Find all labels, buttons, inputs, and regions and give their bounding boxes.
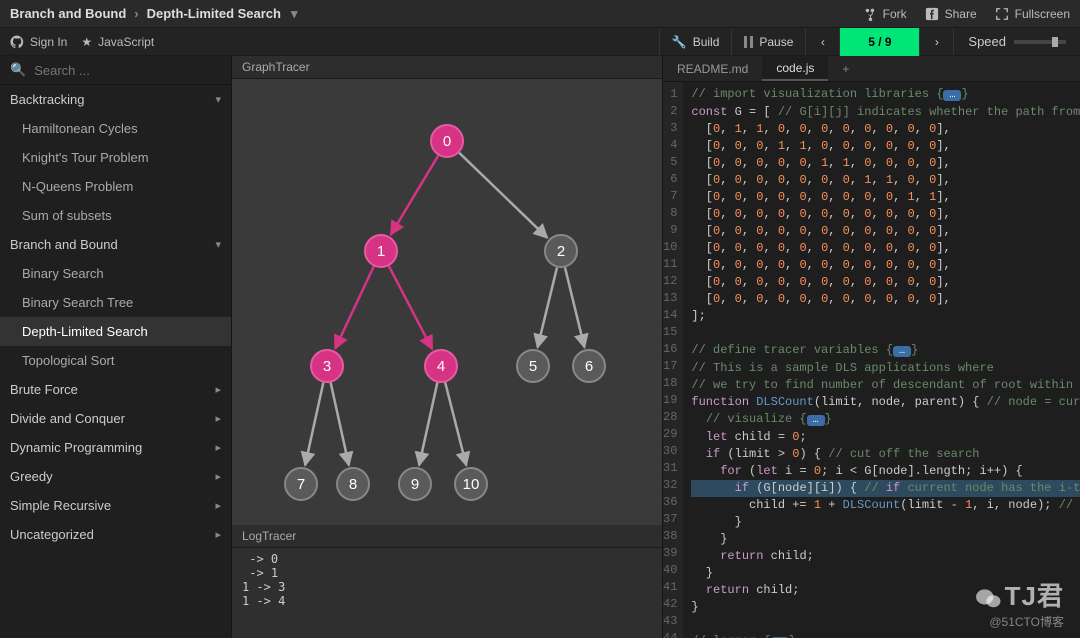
chevron-right-icon: ▸	[215, 383, 221, 396]
chevron-down-icon: ▾	[215, 238, 221, 251]
log-panel-head: LogTracer	[232, 525, 662, 548]
graph-edge	[305, 383, 323, 466]
progress-indicator[interactable]: 5 / 9	[839, 28, 919, 56]
github-icon	[10, 35, 24, 49]
search-field[interactable]	[34, 63, 221, 78]
breadcrumb-parent[interactable]: Branch and Bound	[10, 6, 126, 21]
graph-edge	[389, 266, 432, 349]
language-select[interactable]: ★ JavaScript	[81, 35, 154, 49]
graph-edge	[335, 266, 374, 348]
graph-node[interactable]: 1	[364, 234, 398, 268]
sidebar-category[interactable]: Simple Recursive▸	[0, 491, 231, 520]
breadcrumb[interactable]: Branch and Bound › Depth-Limited Search …	[10, 6, 298, 22]
graph-tracer[interactable]: 0 1 2 3 4 56 789 10	[232, 79, 662, 525]
line-gutter: 1 2 3 4 5 6 7 8 9 10 11 12 13 14 15 16 1…	[663, 82, 683, 638]
chevron-right-icon: ›	[935, 35, 939, 49]
speed-control[interactable]: Speed	[953, 28, 1080, 55]
fork-icon	[863, 7, 877, 21]
chevron-right-icon: ▸	[215, 528, 221, 541]
chevron-right-icon: ▸	[215, 499, 221, 512]
graph-node[interactable]: 10	[454, 467, 488, 501]
sidebar-category[interactable]: Dynamic Programming▸	[0, 433, 231, 462]
graph-edge	[565, 268, 584, 348]
graph-edge	[391, 156, 438, 235]
code-editor[interactable]: 1 2 3 4 5 6 7 8 9 10 11 12 13 14 15 16 1…	[663, 82, 1080, 638]
sidebar-item[interactable]: Binary Search	[0, 259, 231, 288]
graph-node[interactable]: 6	[572, 349, 606, 383]
sidebar-category[interactable]: Divide and Conquer▸	[0, 404, 231, 433]
wrench-icon: 🔧	[672, 35, 687, 49]
sidebar-category[interactable]: Uncategorized▸	[0, 520, 231, 549]
sidebar-item[interactable]: Topological Sort	[0, 346, 231, 375]
graph-node[interactable]: 3	[310, 349, 344, 383]
sidebar: 🔍 Backtracking▾Hamiltonean CyclesKnight'…	[0, 56, 232, 638]
sidebar-item[interactable]: Knight's Tour Problem	[0, 143, 231, 172]
graph-node[interactable]: 9	[398, 467, 432, 501]
share-button[interactable]: Share	[925, 7, 977, 21]
log-tracer: -> 0 -> 11 -> 31 -> 4	[232, 548, 662, 638]
graph-node[interactable]: 7	[284, 467, 318, 501]
pause-button[interactable]: Pause	[731, 28, 805, 56]
code-body[interactable]: // import visualization libraries {…} co…	[683, 82, 1080, 638]
graph-node[interactable]: 5	[516, 349, 550, 383]
graph-edge	[445, 382, 466, 465]
fork-button[interactable]: Fork	[863, 7, 907, 21]
graph-node[interactable]: 4	[424, 349, 458, 383]
sidebar-item[interactable]: Hamiltonean Cycles	[0, 114, 231, 143]
graph-edge	[459, 153, 547, 238]
sidebar-item[interactable]: Depth-Limited Search	[0, 317, 231, 346]
fullscreen-button[interactable]: Fullscreen	[995, 7, 1070, 21]
graph-node[interactable]: 8	[336, 467, 370, 501]
fullscreen-icon	[995, 7, 1009, 21]
step-back-button[interactable]: ‹	[805, 28, 839, 56]
breadcrumb-child[interactable]: Depth-Limited Search	[147, 6, 281, 21]
graph-edge	[537, 268, 556, 348]
graph-edge	[419, 383, 437, 466]
sidebar-item[interactable]: Sum of subsets	[0, 201, 231, 230]
chevron-right-icon: ›	[134, 6, 138, 21]
star-icon: ★	[81, 35, 92, 49]
speed-slider[interactable]	[1014, 40, 1066, 44]
chevron-right-icon: ▸	[215, 470, 221, 483]
sidebar-item[interactable]: N-Queens Problem	[0, 172, 231, 201]
graph-edge	[331, 383, 349, 466]
graph-node[interactable]: 2	[544, 234, 578, 268]
search-input[interactable]: 🔍	[0, 56, 231, 85]
chevron-right-icon: ▸	[215, 412, 221, 425]
chevron-down-icon: ▾	[215, 93, 221, 106]
chevron-left-icon: ‹	[821, 35, 825, 49]
sidebar-category[interactable]: Brute Force▸	[0, 375, 231, 404]
sidebar-category[interactable]: Greedy▸	[0, 462, 231, 491]
signin-button[interactable]: Sign In	[10, 35, 67, 49]
chevron-down-icon[interactable]: ▾	[291, 6, 298, 22]
graph-panel-head: GraphTracer	[232, 56, 662, 79]
sidebar-category[interactable]: Backtracking▾	[0, 85, 231, 114]
pause-icon	[744, 36, 753, 48]
graph-node[interactable]: 0	[430, 124, 464, 158]
add-tab-button[interactable]: +	[828, 56, 863, 81]
build-button[interactable]: 🔧 Build	[659, 28, 732, 56]
sidebar-category[interactable]: Branch and Bound▾	[0, 230, 231, 259]
search-icon: 🔍	[10, 62, 26, 78]
tab-readme[interactable]: README.md	[663, 56, 762, 81]
tab-code[interactable]: code.js	[762, 56, 828, 81]
step-forward-button[interactable]: ›	[919, 28, 953, 56]
facebook-icon	[925, 7, 939, 21]
chevron-right-icon: ▸	[215, 441, 221, 454]
sidebar-item[interactable]: Binary Search Tree	[0, 288, 231, 317]
